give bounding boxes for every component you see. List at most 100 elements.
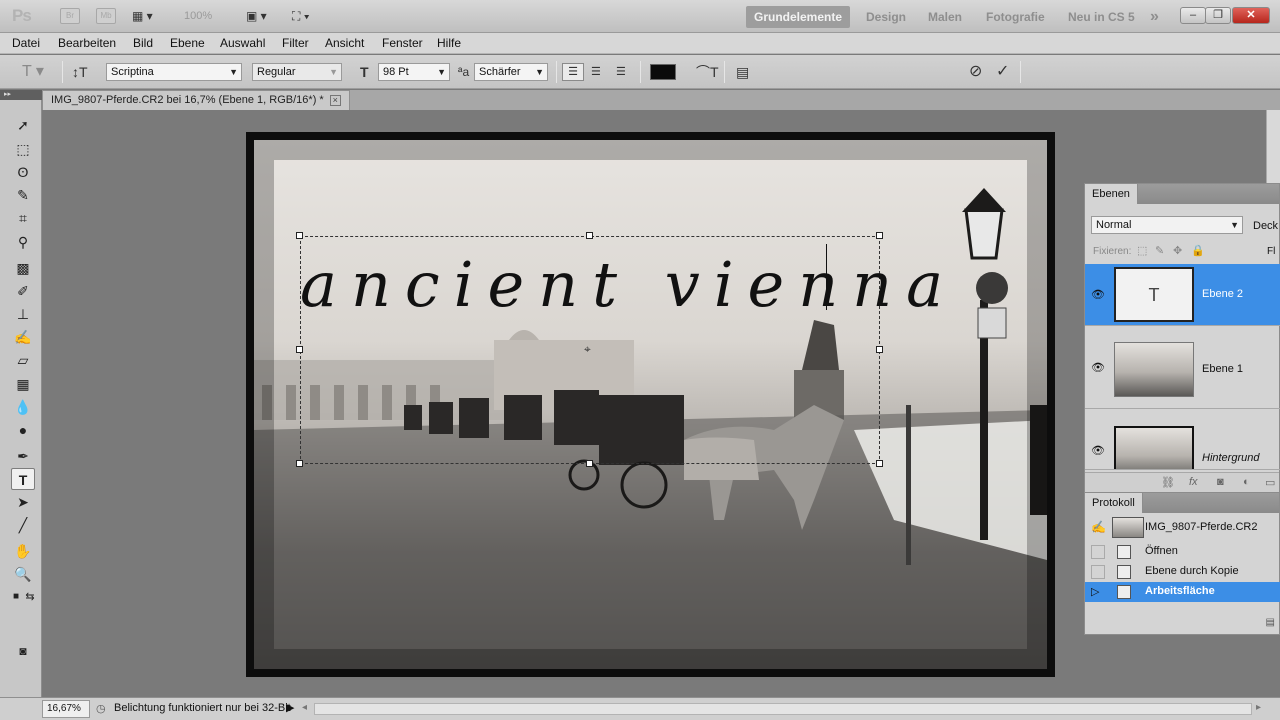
font-size-select[interactable]: 98 Pt ▼ <box>378 63 450 81</box>
character-panel-icon[interactable]: ▤ <box>736 64 749 80</box>
mini-bridge-button[interactable]: Mb <box>96 8 116 24</box>
menu-bild[interactable]: Bild <box>133 36 153 50</box>
layer-style-icon[interactable]: fx <box>1189 476 1198 488</box>
link-layers-icon[interactable]: ⛓ <box>1161 476 1175 489</box>
transform-handle[interactable] <box>876 232 883 239</box>
history-state-checkbox[interactable] <box>1091 545 1105 559</box>
zoom-level-display[interactable]: 100% <box>184 10 212 22</box>
menu-datei[interactable]: Datei <box>12 36 40 50</box>
transform-handle[interactable] <box>876 460 883 467</box>
status-info-icon[interactable]: ◷ <box>96 702 106 715</box>
layer-row-hintergrund[interactable]: 👁 Hintergrund <box>1085 410 1280 470</box>
font-family-select[interactable]: Scriptina ▼ <box>106 63 242 81</box>
document-canvas[interactable]: ⌖ ancient vienna <box>246 132 1055 677</box>
eye-icon[interactable]: 👁 <box>1089 288 1107 301</box>
vertical-scrollbar[interactable] <box>1266 110 1280 183</box>
quick-selection-tool-icon[interactable]: ✎ <box>11 184 35 206</box>
gradient-tool-icon[interactable]: ▦ <box>11 373 35 395</box>
menu-fenster[interactable]: Fenster <box>382 36 423 50</box>
eye-icon[interactable]: 👁 <box>1089 444 1107 457</box>
history-brush-tool-icon[interactable]: ✍ <box>11 326 35 348</box>
maximize-button[interactable]: ❐ <box>1205 7 1231 24</box>
document-tab[interactable]: IMG_9807-Pferde.CR2 bei 16,7% (Ebene 1, … <box>42 90 350 110</box>
eye-icon[interactable]: 👁 <box>1089 361 1107 374</box>
lock-position-icon[interactable]: ✥ <box>1173 244 1182 257</box>
line-tool-icon[interactable]: ╱ <box>11 514 35 536</box>
close-tab-icon[interactable]: × <box>329 95 341 106</box>
transform-handle[interactable] <box>296 346 303 353</box>
scroll-left-icon[interactable]: ◂ <box>302 702 307 713</box>
adjustment-layer-icon[interactable]: ◐ <box>1243 476 1250 488</box>
horizontal-scrollbar[interactable] <box>314 703 1252 715</box>
zoom-input[interactable]: 16,67% <box>42 700 90 718</box>
menu-ansicht[interactable]: Ansicht <box>325 36 364 50</box>
lock-all-icon[interactable]: 🔒 <box>1191 244 1205 257</box>
tab-layers[interactable]: Ebenen <box>1085 184 1138 204</box>
blur-tool-icon[interactable]: 💧 <box>11 396 35 418</box>
transform-handle[interactable] <box>876 346 883 353</box>
path-selection-tool-icon[interactable]: ➤ <box>11 491 35 513</box>
lock-pixels-icon[interactable]: ✎ <box>1155 244 1164 257</box>
align-right-icon[interactable]: ☰ <box>616 64 626 80</box>
menu-ebene[interactable]: Ebene <box>170 36 205 50</box>
text-color-swatch[interactable] <box>650 64 676 80</box>
history-panel-menu-icon[interactable]: ▤ <box>1266 617 1275 628</box>
layer-mask-icon[interactable]: ◙ <box>1217 476 1224 488</box>
status-menu-arrow-icon[interactable]: ▶ <box>286 701 294 714</box>
tab-history[interactable]: Protokoll <box>1085 493 1143 513</box>
pen-tool-icon[interactable]: ✒ <box>11 445 35 467</box>
dodge-tool-icon[interactable]: ● <box>11 419 35 441</box>
scroll-right-icon[interactable]: ▸ <box>1256 702 1261 713</box>
workspace-malen[interactable]: Malen <box>920 6 970 28</box>
menu-hilfe[interactable]: Hilfe <box>437 36 461 50</box>
workspace-neu-in-cs5[interactable]: Neu in CS 5 <box>1060 6 1143 28</box>
more-workspaces-button[interactable]: » <box>1142 6 1167 28</box>
toolbox-grip[interactable]: ▸▸ <box>0 90 42 100</box>
menu-bearbeiten[interactable]: Bearbeiten <box>58 36 116 50</box>
history-state-checkbox[interactable] <box>1091 565 1105 579</box>
crop-tool-icon[interactable]: ⌗ <box>11 207 35 229</box>
new-group-icon[interactable]: ▭ <box>1265 476 1275 489</box>
transform-handle[interactable] <box>586 232 593 239</box>
history-item-arbeitsflaeche[interactable]: ▷ Arbeitsfläche <box>1085 582 1280 602</box>
bridge-button[interactable]: Br <box>60 8 80 24</box>
warp-text-icon[interactable]: ⌒T <box>696 64 719 80</box>
align-center-icon[interactable]: ☰ <box>591 64 601 80</box>
transform-handle[interactable] <box>296 232 303 239</box>
commit-edit-icon[interactable]: ✓ <box>996 64 1009 80</box>
menu-auswahl[interactable]: Auswahl <box>220 36 265 50</box>
text-layer-ancient-vienna[interactable]: ⌖ ancient vienna <box>296 232 943 467</box>
antialias-select[interactable]: Schärfer ▼ <box>474 63 548 81</box>
history-snapshot[interactable]: ✍ IMG_9807-Pferde.CR2 <box>1085 515 1280 541</box>
history-brush-source-icon[interactable]: ✍ <box>1091 520 1106 534</box>
tool-preset-icon[interactable]: T ▾ <box>22 64 44 80</box>
workspace-grundelemente[interactable]: Grundelemente <box>746 6 851 28</box>
cancel-edit-icon[interactable]: ⊘ <box>969 64 982 80</box>
align-left-icon[interactable]: ☰ <box>562 63 584 81</box>
marquee-tool-icon[interactable]: ⬚ <box>11 138 35 160</box>
font-style-select[interactable]: Regular ▼ <box>252 63 342 81</box>
type-tool-icon[interactable]: T <box>11 468 35 490</box>
eyedropper-tool-icon[interactable]: ⚲ <box>11 231 35 253</box>
workspace-design[interactable]: Design <box>858 6 914 28</box>
move-tool-icon[interactable]: ➚ <box>11 114 35 136</box>
transform-handle[interactable] <box>296 460 303 467</box>
zoom-tool-icon[interactable]: 🔍 <box>11 563 35 585</box>
healing-brush-tool-icon[interactable]: ▩ <box>11 257 35 279</box>
quick-mask-icon[interactable]: ◙ <box>11 640 35 662</box>
minimize-button[interactable]: – <box>1180 7 1206 24</box>
text-orientation-icon[interactable]: ↕T <box>72 64 88 80</box>
lasso-tool-icon[interactable]: ʘ <box>11 161 35 183</box>
brush-tool-icon[interactable]: ✐ <box>11 280 35 302</box>
layer-row-ebene-2[interactable]: 👁 T Ebene 2 <box>1085 264 1280 326</box>
reference-point-icon[interactable]: ⌖ <box>584 342 591 357</box>
close-window-button[interactable]: ✕ <box>1232 7 1270 24</box>
lock-transparency-icon[interactable]: ⬚ <box>1137 244 1147 257</box>
menu-filter[interactable]: Filter <box>282 36 309 50</box>
layer-row-ebene-1[interactable]: 👁 Ebene 1 <box>1085 327 1280 409</box>
history-item-ebene-durch-kopie[interactable]: Ebene durch Kopie <box>1085 562 1280 582</box>
history-item-oeffnen[interactable]: Öffnen <box>1085 542 1280 562</box>
extras-menu-button[interactable]: ▦ ▾ <box>132 8 153 24</box>
blend-mode-select[interactable]: Normal ▼ <box>1091 216 1243 234</box>
transform-handle[interactable] <box>586 460 593 467</box>
